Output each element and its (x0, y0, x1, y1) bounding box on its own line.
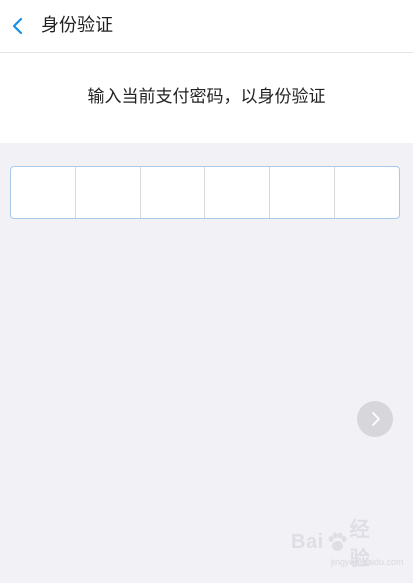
password-input[interactable] (10, 166, 400, 219)
nav-bar: 身份验证 (0, 0, 413, 53)
watermark-row: Bai 经验 (291, 519, 385, 570)
prompt-panel: 输入当前支付密码，以身份验证 (0, 53, 413, 143)
back-button[interactable] (4, 10, 34, 42)
password-digit-cell[interactable] (205, 167, 271, 218)
chevron-left-icon (4, 10, 34, 42)
password-digit-cell[interactable] (335, 167, 399, 218)
watermark-brand-left: Bai (291, 530, 324, 553)
password-digit-cell[interactable] (11, 167, 76, 218)
prompt-text: 输入当前支付密码，以身份验证 (87, 87, 326, 107)
next-button[interactable] (357, 401, 393, 437)
password-digit-cell[interactable] (270, 167, 336, 218)
identity-verification-screen: 身份验证 输入当前支付密码，以身份验证 Bai 经验 jingyan.baidu… (0, 0, 413, 583)
baidu-jingyan-watermark: Bai 经验 jingyan.baidu.com (291, 519, 404, 575)
password-digit-cell[interactable] (76, 167, 141, 218)
password-digit-cell[interactable] (141, 167, 206, 218)
paw-logo-icon (326, 531, 348, 553)
page-title: 身份验证 (41, 15, 113, 36)
watermark-url: jingyan.baidu.com (331, 557, 404, 567)
